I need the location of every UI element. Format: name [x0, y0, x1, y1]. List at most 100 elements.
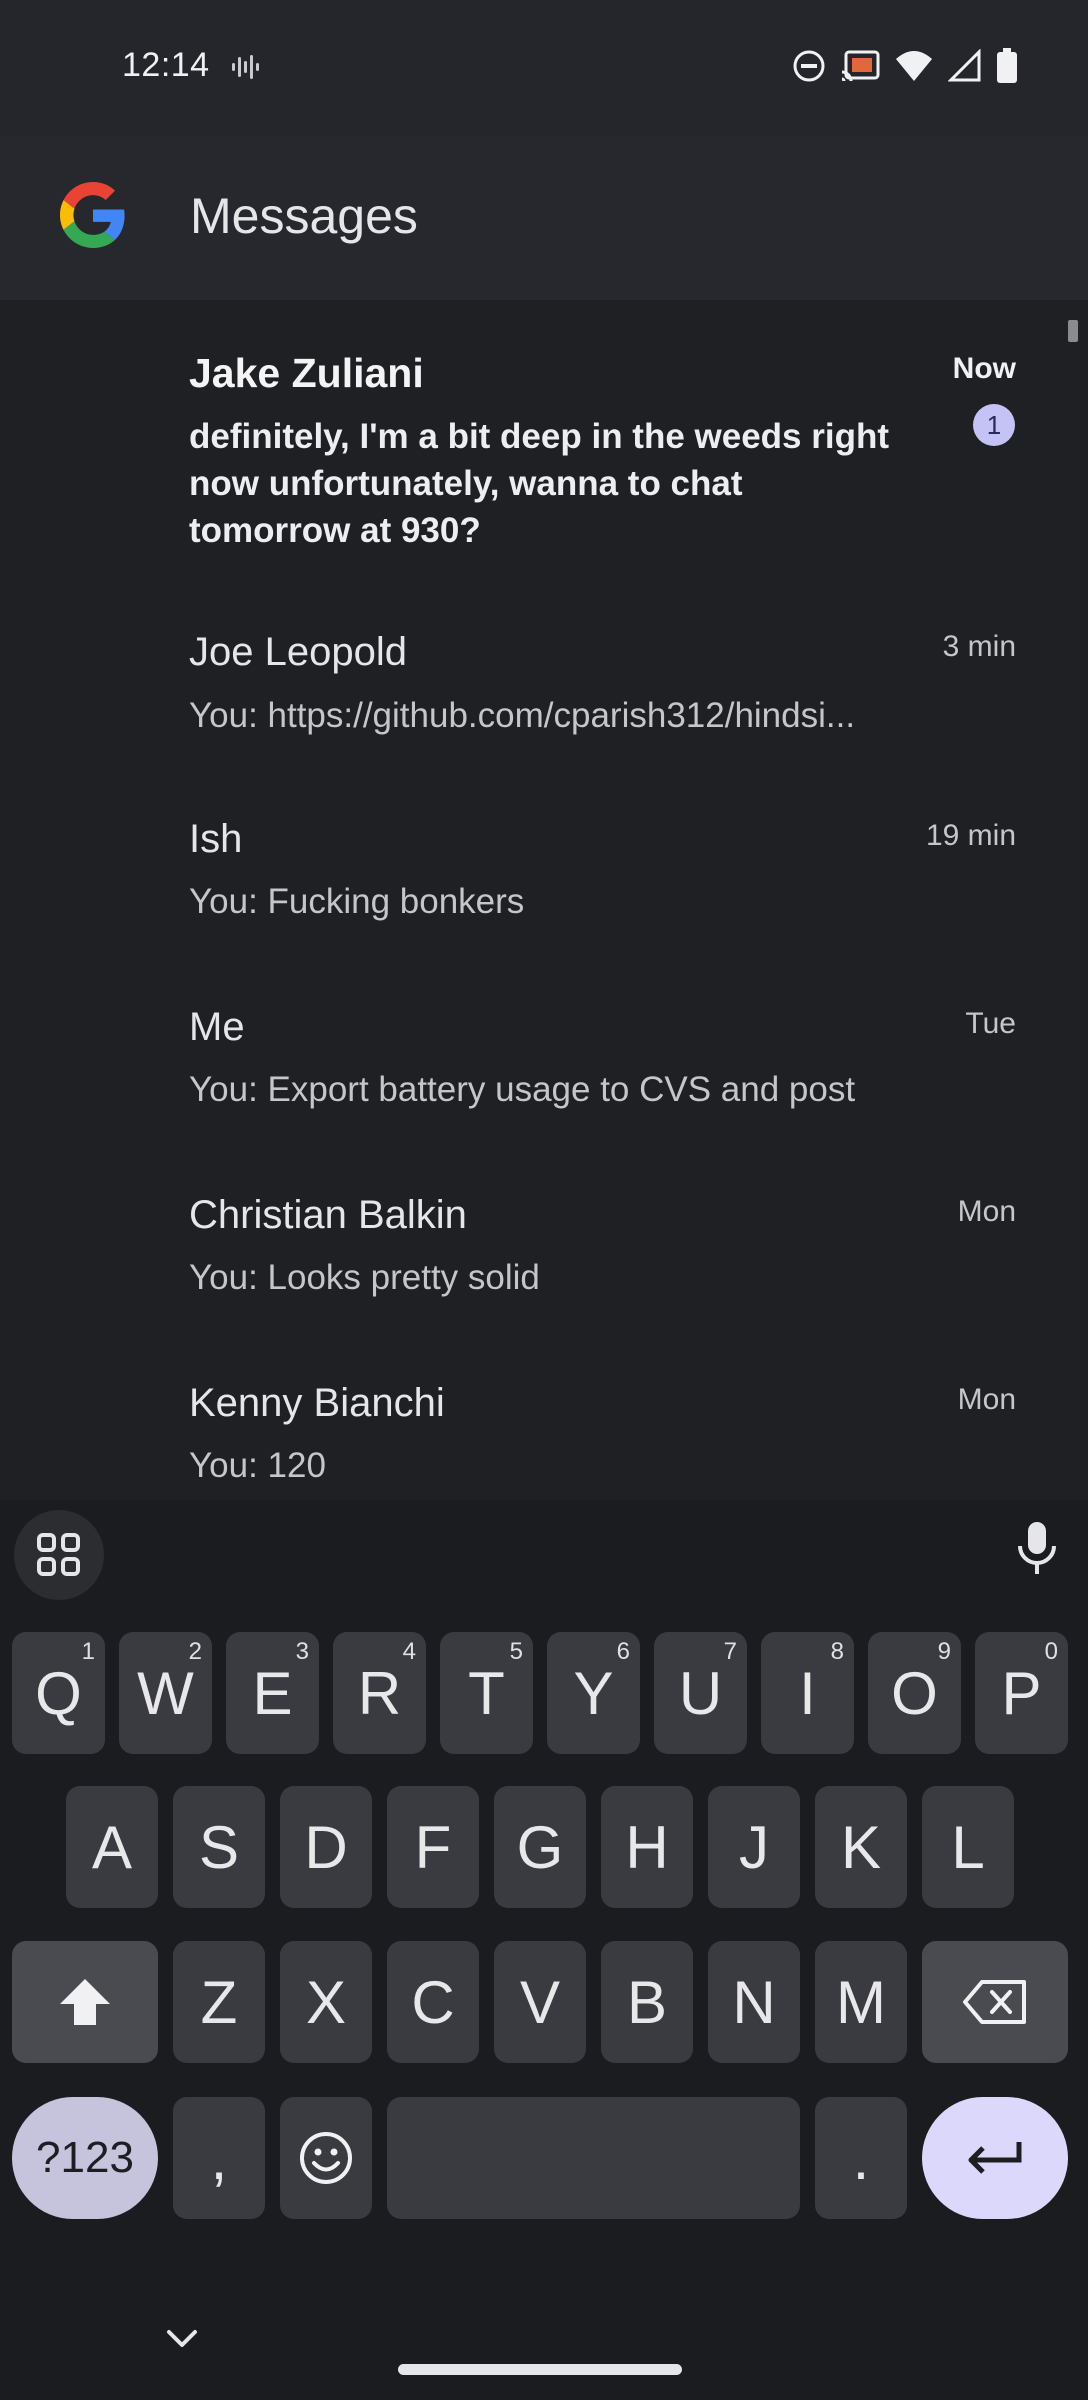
backspace-key[interactable]: [922, 1941, 1068, 2063]
symbols-key[interactable]: ?123: [12, 2097, 158, 2219]
key-label: Q: [35, 1659, 82, 1727]
emoji-icon: [300, 2132, 352, 2184]
chevron-down-icon[interactable]: [165, 2328, 199, 2350]
conversation-list[interactable]: Jake Zuliani Now 1 definitely, I'm a bit…: [0, 300, 1088, 1500]
key-m[interactable]: M: [815, 1941, 907, 2063]
key-f[interactable]: F: [387, 1786, 479, 1908]
key-hint: 2: [188, 1638, 202, 1665]
key-label: Y: [573, 1659, 614, 1727]
voice-wave-icon: [232, 55, 259, 79]
wifi-icon: [896, 51, 932, 81]
conversation-item[interactable]: Ish 19 min You: Fucking bonkers: [0, 790, 1088, 980]
conversation-snippet: You: Export battery usage to CVS and pos…: [189, 1070, 856, 1109]
key-label: G: [516, 1813, 564, 1881]
keyboard: Q1 W2 E3 R4 T5 Y6 U7 I8 O9 P0 A S D F G …: [0, 1500, 1088, 2400]
key-label: ?123: [36, 2133, 134, 2182]
shift-key[interactable]: [12, 1941, 158, 2063]
key-a[interactable]: A: [66, 1786, 158, 1908]
unread-badge: 1: [973, 404, 1015, 446]
key-label: M: [836, 1968, 886, 2036]
key-w[interactable]: W2: [119, 1632, 212, 1754]
microphone-icon[interactable]: [1014, 1520, 1060, 1578]
app-bar[interactable]: Messages: [0, 135, 1088, 300]
key-label: W: [137, 1659, 194, 1727]
key-label: F: [414, 1813, 452, 1881]
key-n[interactable]: N: [708, 1941, 800, 2063]
key-g[interactable]: G: [494, 1786, 586, 1908]
key-label: E: [252, 1659, 293, 1727]
key-d[interactable]: D: [280, 1786, 372, 1908]
key-hint: 8: [830, 1638, 844, 1665]
key-u[interactable]: U7: [654, 1632, 747, 1754]
battery-icon: [997, 48, 1017, 83]
key-q[interactable]: Q1: [12, 1632, 105, 1754]
key-label: J: [739, 1813, 769, 1881]
key-l[interactable]: L: [922, 1786, 1014, 1908]
conversation-time: Tue: [965, 1007, 1016, 1040]
key-y[interactable]: Y6: [547, 1632, 640, 1754]
key-label: A: [91, 1813, 133, 1881]
key-label: .: [852, 2124, 870, 2192]
conversation-time: 3 min: [942, 630, 1016, 663]
key-r[interactable]: R4: [333, 1632, 426, 1754]
key-hint: 9: [937, 1638, 951, 1665]
conversation-time: 19 min: [925, 819, 1016, 852]
key-hint: 6: [616, 1638, 630, 1665]
conversation-time: Mon: [957, 1383, 1016, 1416]
status-time: 12:14: [122, 46, 210, 84]
key-v[interactable]: V: [494, 1941, 586, 2063]
key-label: C: [411, 1968, 455, 2036]
key-p[interactable]: P0: [975, 1632, 1068, 1754]
key-label: ,: [210, 2124, 228, 2192]
conversation-name: Kenny Bianchi: [189, 1381, 445, 1425]
comma-key[interactable]: ,: [173, 2097, 265, 2219]
key-c[interactable]: C: [387, 1941, 479, 2063]
key-label: N: [732, 1968, 776, 2036]
key-j[interactable]: J: [708, 1786, 800, 1908]
key-label: L: [951, 1813, 985, 1881]
key-t[interactable]: T5: [440, 1632, 533, 1754]
key-label: B: [626, 1968, 668, 2036]
apps-grid-icon: [37, 1533, 80, 1576]
conversation-time: Now: [952, 352, 1016, 385]
key-label: P: [1001, 1659, 1042, 1727]
space-key[interactable]: [387, 2097, 800, 2219]
key-label: T: [468, 1659, 505, 1727]
home-indicator[interactable]: [398, 2364, 682, 2375]
enter-key[interactable]: [922, 2097, 1068, 2219]
key-label: U: [678, 1659, 723, 1727]
conversation-item[interactable]: Christian Balkin Mon You: Looks pretty s…: [0, 1170, 1088, 1360]
key-h[interactable]: H: [601, 1786, 693, 1908]
conversation-item[interactable]: Joe Leopold 3 min You: https://github.co…: [0, 600, 1088, 790]
key-hint: 3: [295, 1638, 309, 1665]
key-label: X: [305, 1968, 347, 2036]
conversation-snippet: You: https://github.com/cparish312/hinds…: [189, 696, 856, 735]
period-key[interactable]: .: [815, 2097, 907, 2219]
key-k[interactable]: K: [815, 1786, 907, 1908]
emoji-key[interactable]: [280, 2097, 372, 2219]
key-label: V: [519, 1968, 561, 2036]
key-hint: 0: [1044, 1638, 1058, 1665]
conversation-name: Christian Balkin: [189, 1193, 467, 1237]
conversation-snippet: You: Fucking bonkers: [189, 882, 525, 921]
key-o[interactable]: O9: [868, 1632, 961, 1754]
key-i[interactable]: I8: [761, 1632, 854, 1754]
key-s[interactable]: S: [173, 1786, 265, 1908]
keyboard-menu-button[interactable]: [14, 1510, 104, 1600]
conversation-snippet: You: Looks pretty solid: [189, 1258, 540, 1297]
key-b[interactable]: B: [601, 1941, 693, 2063]
conversation-item[interactable]: Jake Zuliani Now 1 definitely, I'm a bit…: [0, 300, 1088, 570]
key-e[interactable]: E3: [226, 1632, 319, 1754]
conversation-snippet: You: 120: [189, 1446, 326, 1485]
conversation-item[interactable]: Me Tue You: Export battery usage to CVS …: [0, 980, 1088, 1170]
key-label: S: [198, 1813, 240, 1881]
enter-icon: [968, 2142, 1022, 2174]
key-z[interactable]: Z: [173, 1941, 265, 2063]
key-x[interactable]: X: [280, 1941, 372, 2063]
status-bar: 12:14: [0, 0, 1088, 135]
key-label: K: [840, 1813, 882, 1881]
conversation-item[interactable]: Kenny Bianchi Mon You: 120: [0, 1360, 1088, 1500]
conversation-name: Jake Zuliani: [189, 350, 424, 396]
key-hint: 1: [81, 1638, 95, 1665]
key-hint: 4: [402, 1638, 416, 1665]
